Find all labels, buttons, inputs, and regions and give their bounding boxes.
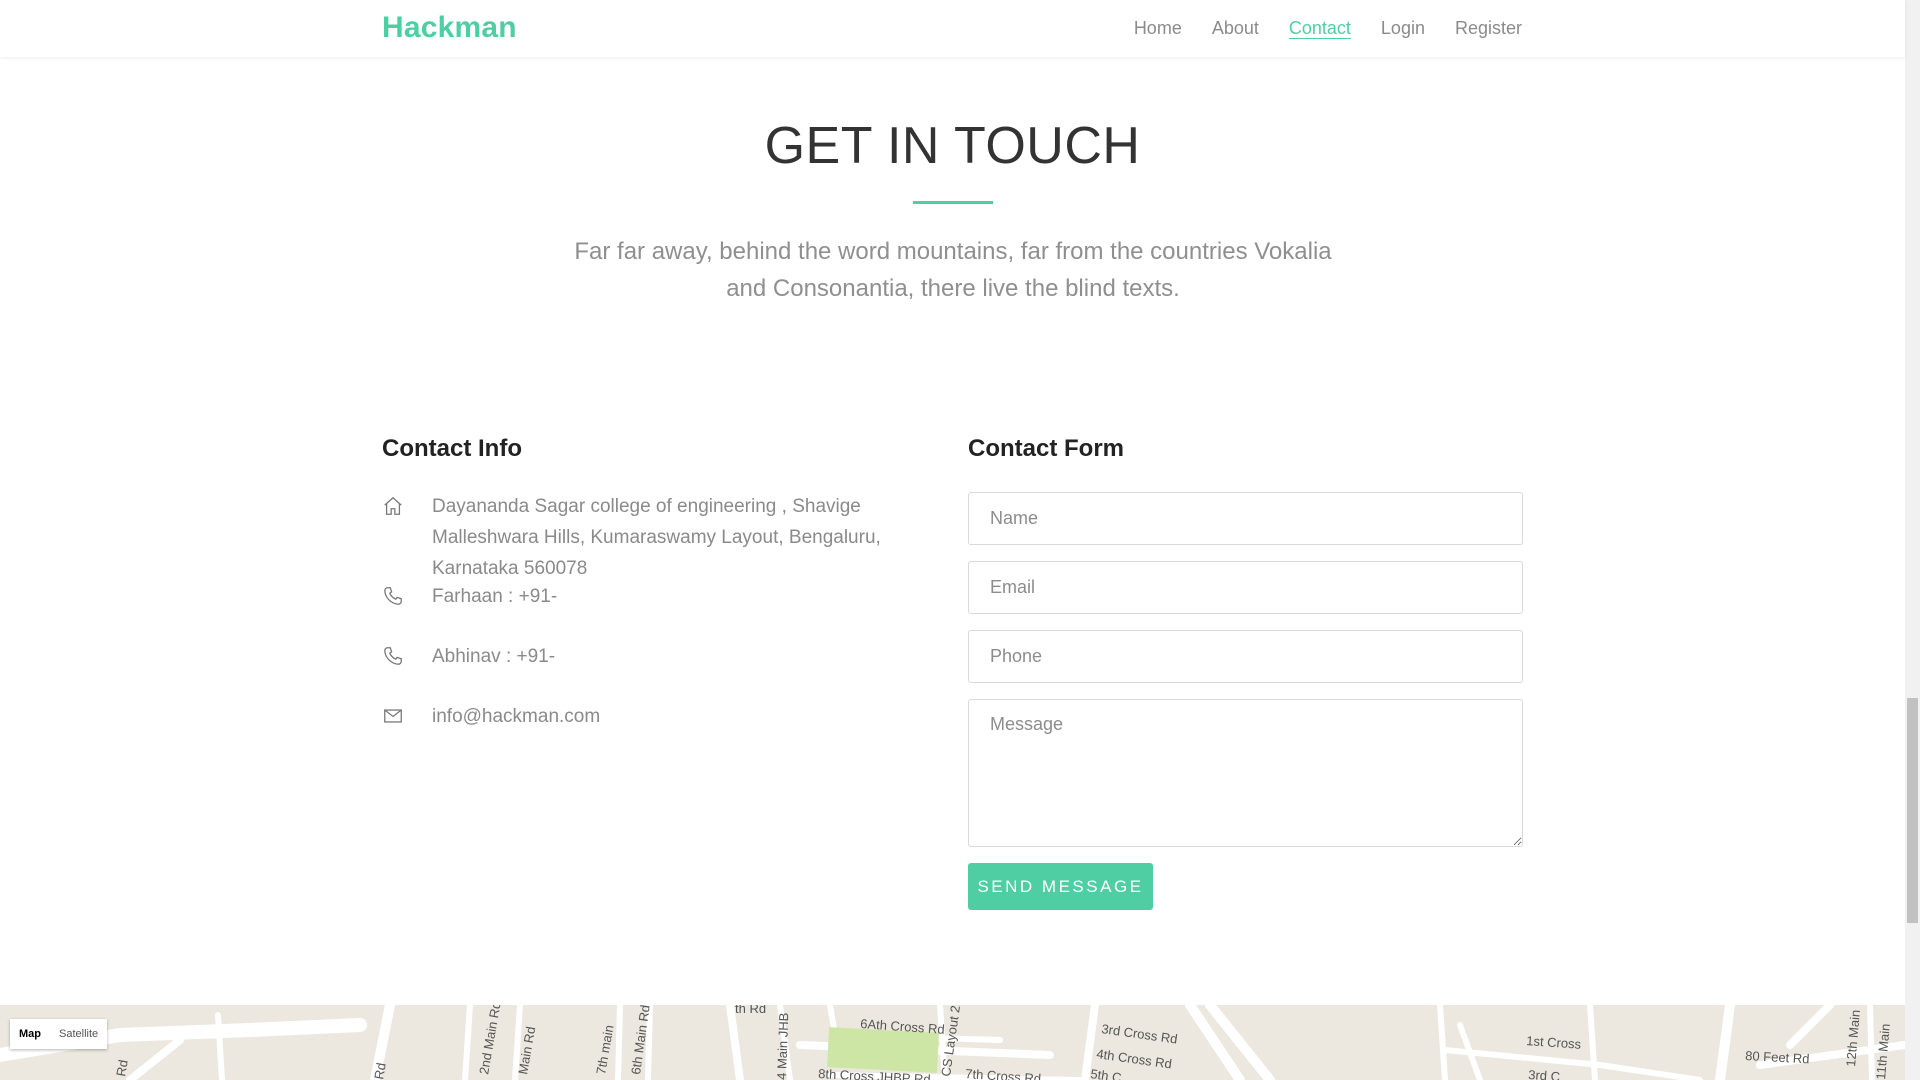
map-street-label: 11th Main — [1873, 1023, 1893, 1080]
phone-icon — [382, 581, 432, 612]
page-title: GET IN TOUCH — [764, 117, 1141, 175]
map-street-label: 5th C — [1090, 1066, 1123, 1080]
satellite-view-button[interactable]: Satellite — [50, 1019, 107, 1049]
map-street-label: 2nd Main Rd — [476, 1005, 504, 1076]
email-input[interactable] — [968, 561, 1523, 614]
phone-item-abhinav: Abhinav : +91- — [382, 641, 942, 672]
location-map[interactable]: Map Satellite Rd 2nd Main Rd Main Rd 7th… — [0, 1005, 1905, 1080]
phone-text-abhinav[interactable]: Abhinav : +91- — [432, 641, 555, 672]
page-scrollbar[interactable] — [1905, 0, 1920, 1080]
title-divider — [913, 201, 993, 204]
mail-icon — [382, 701, 432, 732]
nav-login-link[interactable]: Login — [1381, 18, 1425, 39]
scrollbar-thumb[interactable] — [1907, 698, 1918, 923]
email-text[interactable]: info@hackman.com — [432, 701, 600, 732]
nav-home-link[interactable]: Home — [1134, 18, 1182, 39]
map-street-label: 7th main — [593, 1024, 616, 1076]
phone-icon — [382, 641, 432, 672]
map-street-label: Rd — [371, 1062, 389, 1080]
map-street-label: 12th Main — [1843, 1009, 1863, 1067]
map-type-toggle: Map Satellite — [10, 1019, 108, 1049]
map-street-label: th Rd — [735, 1005, 766, 1016]
home-icon — [382, 491, 432, 584]
map-roads: Rd 2nd Main Rd Main Rd 7th main 6th Main… — [0, 1005, 1905, 1080]
map-street-label: Rd — [113, 1059, 131, 1078]
email-item: info@hackman.com — [382, 701, 942, 732]
brand-logo[interactable]: Hackman — [382, 11, 517, 45]
address-item: Dayananda Sagar college of engineering ,… — [382, 491, 942, 584]
nav-contact-link[interactable]: Contact — [1289, 18, 1351, 39]
nav-about-link[interactable]: About — [1212, 18, 1259, 39]
map-street-label: 4 Main JHB — [774, 1012, 791, 1080]
contact-info-title: Contact Info — [382, 435, 522, 462]
map-view-button[interactable]: Map — [10, 1019, 50, 1049]
phone-item-farhaan: Farhaan : +91- — [382, 581, 942, 612]
main-nav: Home About Contact Login Register — [1134, 18, 1522, 39]
name-input[interactable] — [968, 492, 1523, 545]
message-textarea[interactable] — [968, 699, 1523, 847]
nav-register-link[interactable]: Register — [1455, 18, 1522, 39]
address-text: Dayananda Sagar college of engineering ,… — [432, 496, 881, 579]
map-street-label: 3rd Cross Rd — [1101, 1021, 1179, 1047]
page-lead-text: Far far away, behind the word mountains,… — [574, 238, 1332, 302]
phone-input[interactable] — [968, 630, 1523, 683]
map-street-label: 7th Cross Rd — [965, 1066, 1042, 1080]
contact-form-title: Contact Form — [968, 435, 1124, 462]
map-street-label: 3rd C — [1528, 1067, 1561, 1080]
site-header: Hackman Home About Contact Login Registe… — [0, 0, 1905, 57]
phone-text-farhaan[interactable]: Farhaan : +91- — [432, 581, 557, 612]
map-street-label: 80 Feet Rd — [1745, 1048, 1810, 1066]
map-street-label: 1st Cross — [1526, 1033, 1582, 1052]
send-message-button[interactable]: SEND MESSAGE — [968, 863, 1153, 910]
